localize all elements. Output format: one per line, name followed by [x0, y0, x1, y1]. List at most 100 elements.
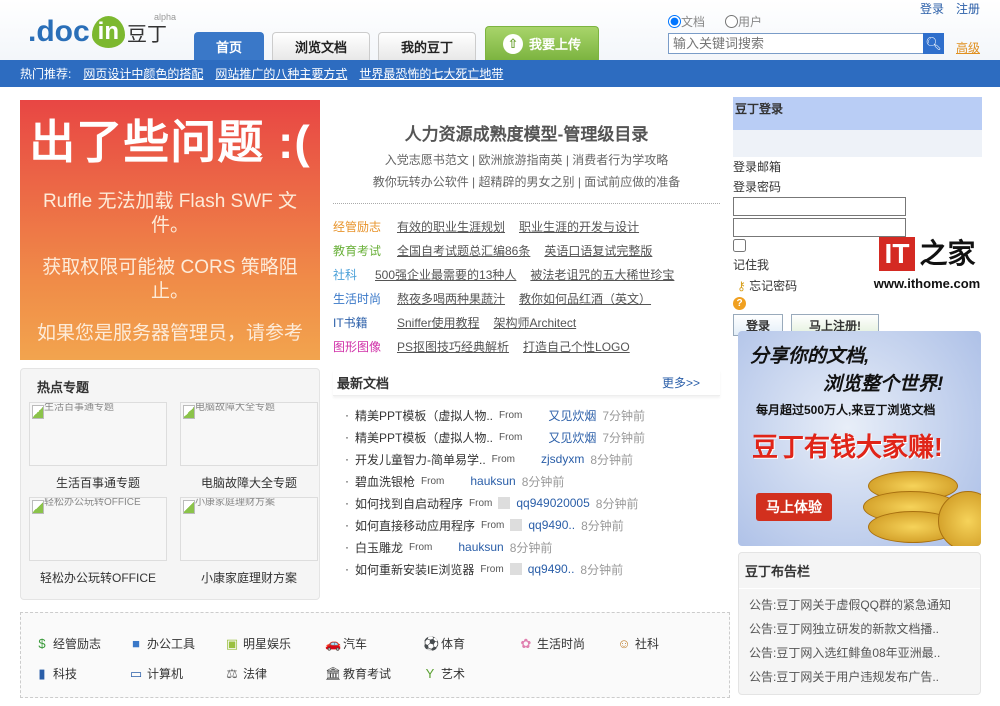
- category-link[interactable]: 职业生涯的开发与设计: [519, 218, 639, 235]
- category-nav-item[interactable]: 🏛教育考试: [325, 665, 391, 682]
- category-label[interactable]: IT书籍: [333, 314, 383, 331]
- user-link[interactable]: qq9490..: [528, 518, 575, 532]
- hot-topic-item[interactable]: 电脑故障大全专题电脑故障大全专题: [180, 402, 325, 491]
- broken-image-icon: 电脑故障大全专题: [180, 402, 318, 466]
- doc-time: 8分钟前: [596, 495, 639, 512]
- notice-item[interactable]: 公告:豆丁网关于用户违规发布广告..: [739, 665, 980, 689]
- category-nav-label: 科技: [53, 665, 77, 682]
- forgot-password-link[interactable]: 忘记密码: [749, 279, 797, 293]
- tab-browse[interactable]: 浏览文档: [272, 32, 370, 60]
- hot-link[interactable]: 网站推广的八种主要方式: [215, 65, 347, 82]
- category-nav-item[interactable]: ■办公工具: [129, 635, 195, 652]
- featured-title[interactable]: 人力资源成熟度模型-管理级目录: [333, 120, 720, 145]
- category-nav: $经管励志 ■办公工具 ▣明星娱乐 🚗汽车 ⚽体育 ✿生活时尚 ☺社科 ▮科技 ▭计算机 ⚖法律 🏛…: [20, 612, 730, 698]
- category-link[interactable]: 架构师Architect: [493, 314, 576, 331]
- doc-list-item: ·开发儿童智力-简单易学..Fromzjsdyxm8分钟前: [333, 448, 720, 470]
- category-label[interactable]: 教育考试: [333, 242, 383, 259]
- search-button[interactable]: 🔍︎: [923, 33, 944, 54]
- category-nav-item[interactable]: ⚽体育: [423, 635, 465, 652]
- user-link[interactable]: qq9490..: [528, 562, 575, 576]
- doc-time: 8分钟前: [581, 517, 624, 534]
- category-nav-item[interactable]: ▮科技: [35, 665, 77, 682]
- category-icon: ⚖: [225, 666, 239, 682]
- category-nav-item[interactable]: ✿生活时尚: [519, 635, 585, 652]
- broken-image-icon: 轻松办公玩转OFFICE: [29, 497, 167, 561]
- category-link[interactable]: 全国自考试题总汇编86条: [397, 242, 530, 259]
- featured-links[interactable]: 教你玩转办公软件 | 超精辟的男女之别 | 面试前应做的准备: [333, 175, 720, 189]
- radio-doc[interactable]: 文档: [668, 13, 705, 30]
- search-input[interactable]: [668, 33, 924, 54]
- doc-title-link[interactable]: 如何找到自启动程序: [355, 495, 463, 512]
- doc-title-link[interactable]: 精美PPT模板（虚拟人物..: [355, 407, 493, 424]
- email-field[interactable]: [733, 197, 906, 216]
- hot-topic-item[interactable]: 轻松办公玩转OFFICE轻松办公玩转OFFICE: [29, 497, 174, 586]
- doc-title-link[interactable]: 白玉雕龙: [355, 539, 403, 556]
- category-label[interactable]: 经管励志: [333, 218, 383, 235]
- docin-logo[interactable]: .docin豆丁 alpha: [28, 10, 167, 54]
- category-icon: ▭: [129, 666, 143, 682]
- advanced-search-link[interactable]: 高级: [956, 39, 980, 56]
- featured-links[interactable]: 入党志愿书范文 | 欧洲旅游指南英 | 消费者行为学攻略: [333, 153, 720, 167]
- register-link[interactable]: 注册: [956, 0, 980, 17]
- category-label[interactable]: 社科: [333, 266, 361, 283]
- user-link[interactable]: zjsdyxm: [541, 452, 584, 466]
- notice-item[interactable]: 公告:豆丁网独立研发的新款文档播..: [739, 617, 980, 641]
- bullet: ·: [345, 430, 349, 444]
- user-link[interactable]: hauksun: [458, 540, 503, 554]
- password-label: 登录密码: [733, 177, 982, 197]
- user-link[interactable]: 又见炊烟: [548, 407, 596, 424]
- user-link[interactable]: 又见炊烟: [548, 429, 596, 446]
- doc-time: 7分钟前: [602, 429, 645, 446]
- doc-title-link[interactable]: 精美PPT模板（虚拟人物..: [355, 429, 493, 446]
- category-nav-item[interactable]: ☺社科: [617, 635, 659, 652]
- doc-title-link[interactable]: 如何重新安装IE浏览器: [355, 561, 474, 578]
- category-nav-item[interactable]: $经管励志: [35, 635, 101, 652]
- hot-link[interactable]: 世界最恐怖的七大死亡地带: [359, 65, 503, 82]
- user-link[interactable]: qq949020005: [516, 496, 589, 510]
- doc-time: 8分钟前: [580, 561, 623, 578]
- category-link[interactable]: PS抠图技巧经典解析: [397, 338, 509, 355]
- notice-item[interactable]: 公告:豆丁网入选红鲱鱼08年亚洲最..: [739, 641, 980, 665]
- category-link[interactable]: 500强企业最需要的13种人: [375, 266, 516, 283]
- bullet: ·: [345, 540, 349, 554]
- doc-title-link[interactable]: 如何直接移动应用程序: [355, 517, 475, 534]
- remember-checkbox[interactable]: [733, 239, 746, 252]
- promo-banner[interactable]: 分享你的文档, 浏览整个世界! 每月超过500万人,来豆丁浏览文档 豆丁有钱大家…: [738, 331, 981, 546]
- login-link[interactable]: 登录: [920, 0, 944, 17]
- category-nav-label: 教育考试: [343, 665, 391, 682]
- category-nav-item[interactable]: ▣明星娱乐: [225, 635, 291, 652]
- category-link[interactable]: 打造自己个性LOGO: [523, 338, 630, 355]
- hot-topic-item[interactable]: 小康家庭理财方案小康家庭理财方案: [180, 497, 325, 586]
- tab-home[interactable]: 首页: [194, 32, 264, 60]
- category-link[interactable]: 教你如何品红酒（英文）: [519, 290, 651, 307]
- category-label[interactable]: 生活时尚: [333, 290, 383, 307]
- try-now-button[interactable]: 马上体验: [756, 493, 832, 521]
- avatar: [498, 497, 510, 509]
- category-nav-item[interactable]: 🚗汽车: [325, 635, 367, 652]
- notice-item[interactable]: 公告:豆丁网关于虚假QQ群的紧急通知: [739, 593, 980, 617]
- category-label[interactable]: 图形图像: [333, 338, 383, 355]
- broken-image-icon: 小康家庭理财方案: [180, 497, 318, 561]
- category-link[interactable]: 被法老诅咒的五大稀世珍宝: [530, 266, 674, 283]
- category-nav-item[interactable]: Y艺术: [423, 665, 465, 682]
- tab-my-docin[interactable]: 我的豆丁: [378, 32, 476, 60]
- doc-title-link[interactable]: 开发儿童智力-简单易学..: [355, 451, 486, 468]
- category-link[interactable]: 英语口语复试完整版: [544, 242, 652, 259]
- category-row: IT书籍 Sniffer使用教程架构师Architect: [333, 310, 720, 334]
- hot-link[interactable]: 网页设计中颜色的搭配: [83, 65, 203, 82]
- upload-button[interactable]: ⇧我要上传: [485, 26, 599, 60]
- more-link[interactable]: 更多>>: [662, 374, 700, 391]
- category-icon: ■: [129, 636, 143, 651]
- doc-time: 8分钟前: [510, 539, 553, 556]
- hot-topic-item[interactable]: 生活百事通专题生活百事通专题: [29, 402, 174, 491]
- radio-user[interactable]: 用户: [725, 13, 762, 30]
- category-link[interactable]: 有效的职业生涯规划: [397, 218, 505, 235]
- help-icon[interactable]: ?: [733, 297, 746, 310]
- category-nav-item[interactable]: ▭计算机: [129, 665, 183, 682]
- category-nav-item[interactable]: ⚖法律: [225, 665, 267, 682]
- doc-title-link[interactable]: 碧血洗银枪: [355, 473, 415, 490]
- category-link[interactable]: Sniffer使用教程: [397, 314, 479, 331]
- doc-time: 8分钟前: [590, 451, 633, 468]
- user-link[interactable]: hauksun: [470, 474, 515, 488]
- category-link[interactable]: 熬夜多喝两种果蔬汁: [397, 290, 505, 307]
